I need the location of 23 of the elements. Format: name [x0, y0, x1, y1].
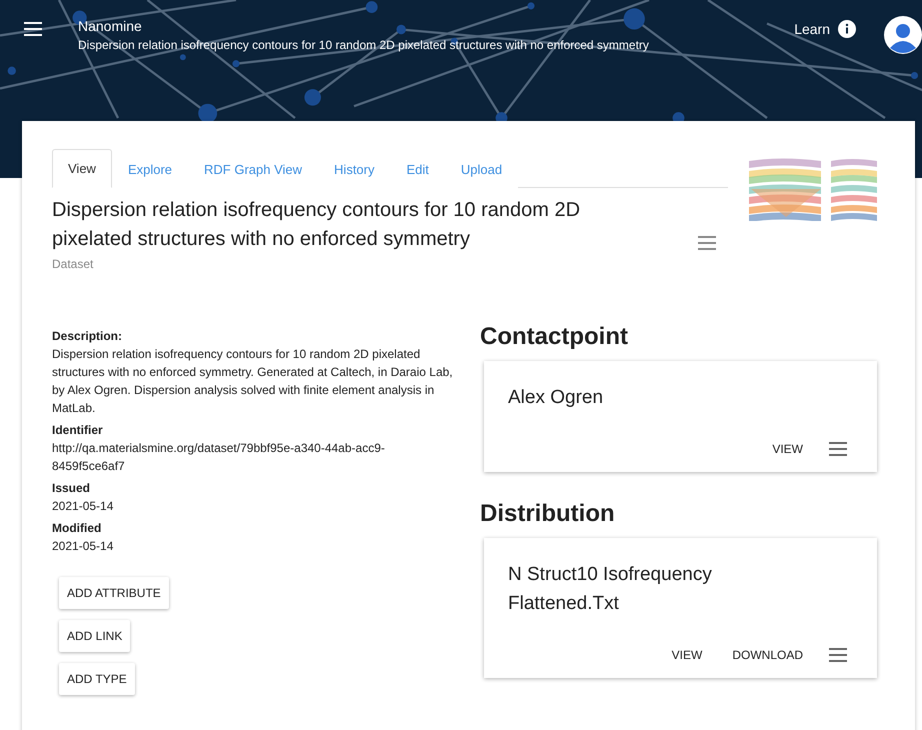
action-button[interactable]: DOWNLOAD	[722, 642, 813, 668]
dataset-title: Dispersion relation isofrequency contours for 10 random 2D pixelated structures with no enforced symmetry	[52, 198, 582, 252]
add-button[interactable]: ADD TYPE	[59, 663, 135, 695]
section-heading: Distribution	[480, 500, 616, 528]
field-label: Modified	[52, 521, 102, 535]
add-button[interactable]: ADD ATTRIBUTE	[59, 577, 169, 609]
section-heading: Contactpoint	[480, 323, 629, 351]
field-value: http://qa.materialsmine.org/dataset/79bbf95e-a340-44ab-acc9-8459f5ce6af7	[52, 440, 386, 475]
field-value: Dispersion relation isofrequency contours for 10 random 2D pixelated structures with no enforced symmetry. Generated at Caltech, in Daraio Lab, by Alex Ogren. Dispersion analysis solved with finite element analysis in MatLab.	[52, 346, 454, 417]
dataset-type: Dataset	[52, 257, 94, 271]
add-button[interactable]: ADD LINK	[59, 620, 130, 652]
field-value: 2021-05-14	[52, 538, 114, 555]
menu-icon	[829, 648, 847, 662]
field-value: 2021-05-14	[52, 498, 114, 515]
menu-icon	[698, 236, 716, 250]
resource-title: Alex Ogren	[508, 386, 604, 410]
action-button[interactable]: VIEW	[662, 642, 712, 668]
action-button[interactable]: VIEW	[762, 436, 813, 462]
field-label: Description:	[52, 329, 124, 343]
menu-icon	[829, 442, 847, 456]
field-label: Issued	[52, 481, 92, 495]
field-label: Identifier	[52, 423, 104, 437]
resource-title: N Struct10 Isofrequency Flattened.Txt	[508, 563, 713, 616]
